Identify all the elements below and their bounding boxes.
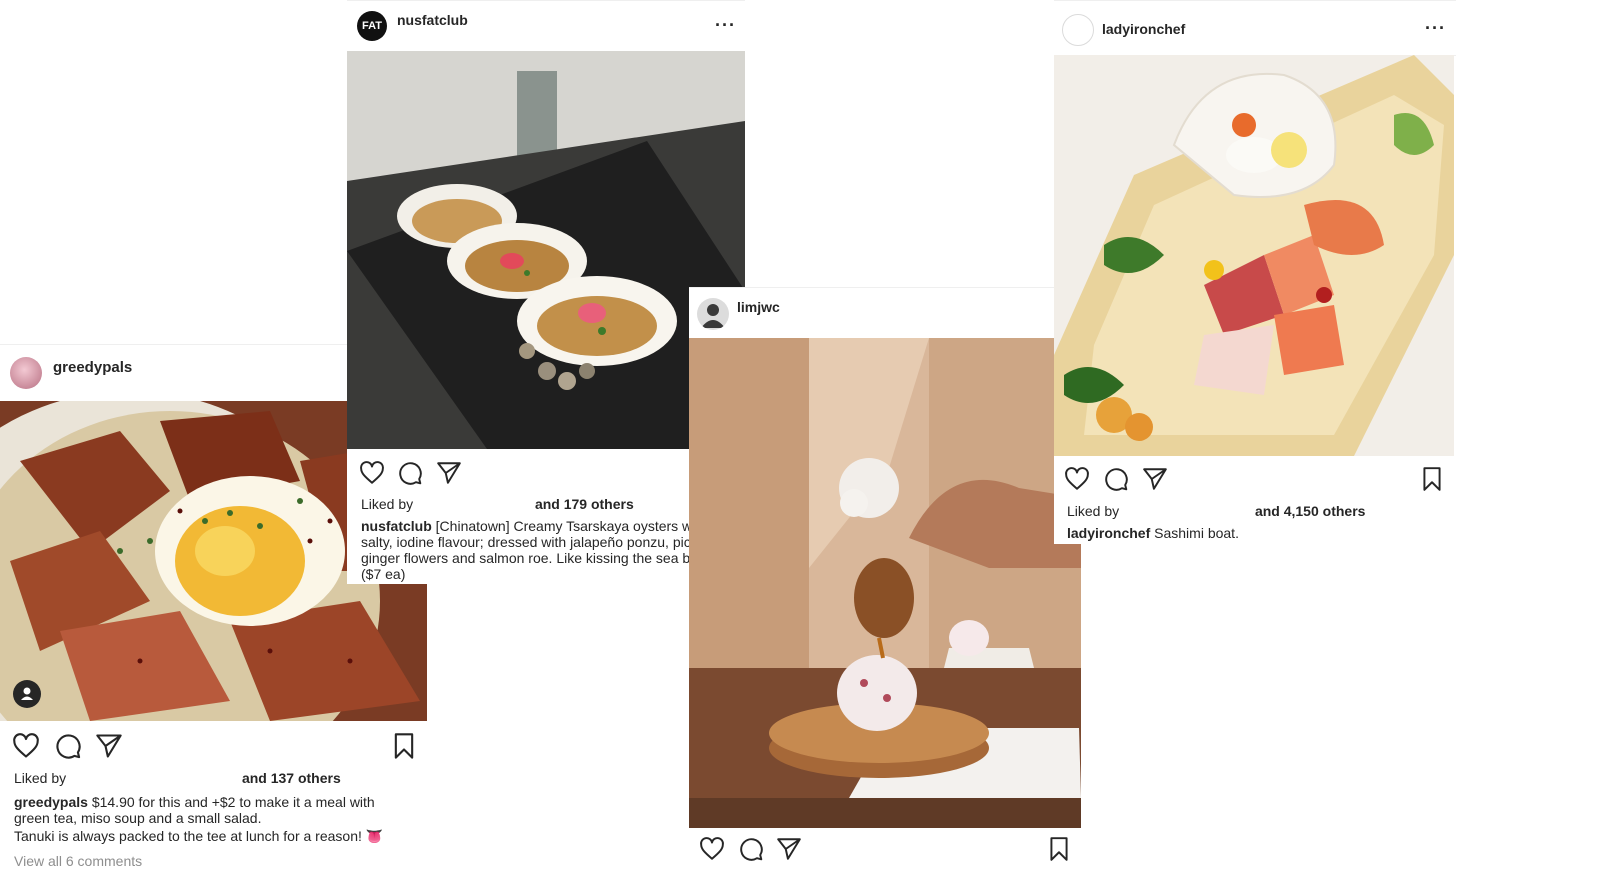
bookmark-icon[interactable] [390,732,418,760]
avatar[interactable]: FAT [357,11,387,41]
likes-line: Liked by and 137 others [14,770,341,786]
caption-username[interactable]: ladyironchef [1067,525,1150,541]
heart-icon[interactable] [1064,466,1090,492]
comment-icon[interactable] [1103,466,1129,492]
post-header: FAT nusfatclub ··· [347,0,745,52]
likes-count[interactable]: and 4,150 others [1255,503,1366,519]
post-header: ladyironchef ··· [1054,0,1456,56]
caption-username[interactable]: nusfatclub [361,518,432,534]
share-icon[interactable] [95,732,123,760]
comment-icon[interactable] [54,732,82,760]
post-limjwc: limjwc [689,287,1081,890]
post-username[interactable]: limjwc [737,299,780,315]
food-photo-oysters [347,51,745,449]
share-icon[interactable] [776,836,802,862]
post-nusfatclub: FAT nusfatclub ··· Liked by and 179 othe… [347,0,745,584]
caption-line: ($7 ea) [361,566,406,582]
post-username[interactable]: nusfatclub [397,12,468,28]
caption-line: [Chinatown] Creamy Tsarskaya oysters wi [435,518,696,534]
post-ladyironchef: ladyironchef ··· Liked by and 4,150 othe… [1054,0,1456,544]
post-header: limjwc [689,287,1081,339]
post-caption: greedypals $14.90 for this and +$2 to ma… [14,794,424,844]
more-options-icon[interactable]: ··· [715,15,736,36]
more-options-icon[interactable]: ··· [1425,18,1446,39]
likes-count[interactable]: and 137 others [242,770,341,786]
food-photo-waffle [689,338,1081,828]
share-icon[interactable] [1142,466,1168,492]
post-username[interactable]: greedypals [53,359,132,376]
caption-line: green tea, miso soup and a small salad. [14,810,262,826]
heart-icon[interactable] [699,836,725,862]
post-photo[interactable] [689,338,1081,828]
likes-line: Liked by and 179 others [361,496,634,512]
heart-icon[interactable] [12,732,40,760]
liked-by-label: Liked by [1067,503,1120,519]
food-photo-sashimi-boat [1054,55,1454,456]
caption-line: ginger flowers and salmon roe. Like kiss… [361,550,691,566]
likes-line: Liked by and 4,150 others [1067,503,1365,519]
share-icon[interactable] [436,460,462,486]
post-photo[interactable] [347,51,745,449]
caption-line: salty, iodine flavour; dressed with jala… [361,534,691,550]
liked-by-label: Liked by [14,770,67,786]
avatar[interactable] [10,357,42,389]
post-username[interactable]: ladyironchef [1102,21,1185,37]
heart-icon[interactable] [359,460,385,486]
bookmark-icon[interactable] [1046,836,1072,862]
comment-icon[interactable] [397,460,423,486]
view-comments-link[interactable]: View all 6 comments [14,853,142,869]
bookmark-icon[interactable] [1419,466,1445,492]
caption-username[interactable]: greedypals [14,794,88,810]
user-tag-icon[interactable] [13,680,41,708]
avatar-text: FAT [362,20,382,32]
post-caption: nusfatclub [Chinatown] Creamy Tsarskaya … [361,518,745,582]
caption-line: $14.90 for this and +$2 to make it a mea… [91,794,375,810]
likes-count[interactable]: and 179 others [535,496,634,512]
caption-line: Tanuki is always packed to the tee at lu… [14,828,384,844]
post-photo[interactable] [1054,55,1454,456]
caption-line: Sashimi boat. [1154,525,1239,541]
avatar[interactable] [697,298,729,330]
liked-by-label: Liked by [361,496,414,512]
post-caption: ladyironchef Sashimi boat. [1067,525,1447,541]
comment-icon[interactable] [738,836,764,862]
avatar[interactable] [1062,14,1094,46]
